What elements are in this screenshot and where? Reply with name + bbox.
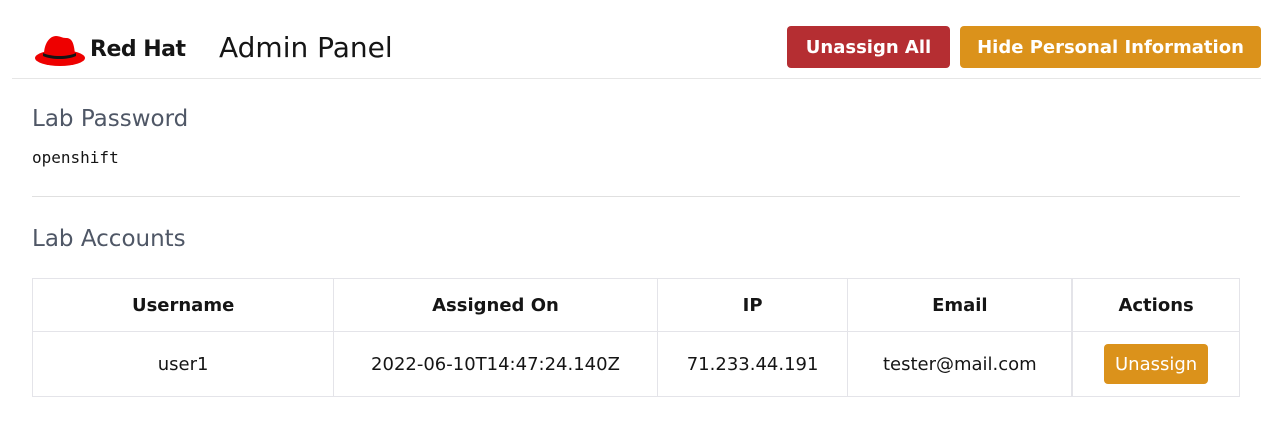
cell-actions: Unassign <box>1071 331 1241 397</box>
lab-password-heading: Lab Password <box>32 106 189 132</box>
logo-text: Red Hat <box>90 36 186 62</box>
header-bar: Red Hat Admin Panel Unassign All Hide Pe… <box>12 0 1261 79</box>
column-header-assigned-on: Assigned On <box>333 278 658 332</box>
column-header-username: Username <box>31 278 335 332</box>
unassign-all-button[interactable]: Unassign All <box>787 26 950 68</box>
unassign-button[interactable]: Unassign <box>1104 344 1209 384</box>
column-header-actions: Actions <box>1071 278 1241 332</box>
lab-accounts-table: Username Assigned On IP Email Actions us… <box>31 278 1241 397</box>
hide-personal-information-button[interactable]: Hide Personal Information <box>960 26 1261 68</box>
cell-email: tester@mail.com <box>847 331 1073 397</box>
lab-accounts-heading: Lab Accounts <box>32 226 186 252</box>
table-row: user1 2022-06-10T14:47:24.140Z 71.233.44… <box>31 331 1241 397</box>
red-hat-logo[interactable]: Red Hat <box>34 29 186 69</box>
column-header-ip: IP <box>656 278 849 332</box>
cell-ip: 71.233.44.191 <box>656 331 849 397</box>
page-title: Admin Panel <box>219 31 393 64</box>
column-header-email: Email <box>847 278 1073 332</box>
lab-password-value: openshift <box>32 148 119 167</box>
cell-assigned-on: 2022-06-10T14:47:24.140Z <box>333 331 658 397</box>
section-divider <box>32 196 1240 197</box>
red-hat-icon <box>35 36 85 66</box>
cell-username: user1 <box>31 331 335 397</box>
table-header-row: Username Assigned On IP Email Actions <box>31 278 1241 332</box>
